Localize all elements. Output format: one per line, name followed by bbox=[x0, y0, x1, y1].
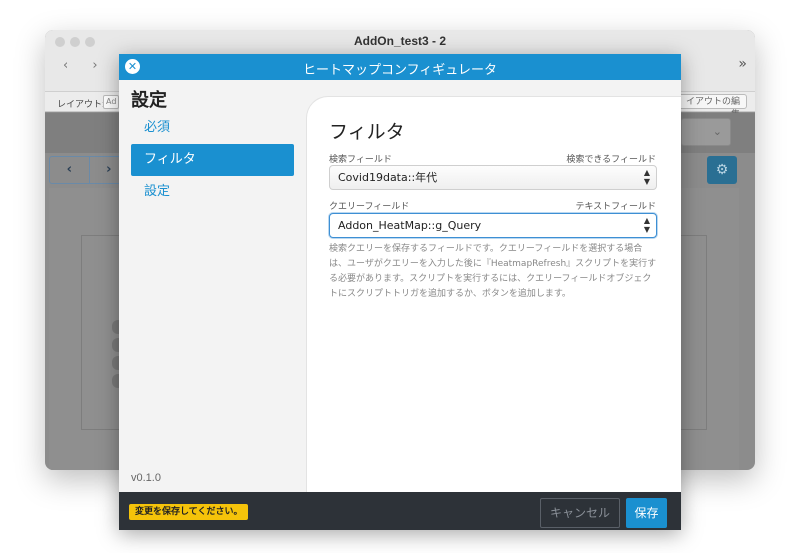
filter-panel: フィルタ 検索フィールド 検索できるフィールド Covid19data::年代 … bbox=[306, 96, 681, 492]
chevron-down-icon: ⌄ bbox=[712, 125, 722, 138]
prev-arrow-icon[interactable]: ‹ bbox=[50, 157, 90, 183]
layout-label: レイアウト: bbox=[57, 99, 105, 109]
dialog-header: ✕ ヒートマップコンフィギュレータ bbox=[119, 54, 681, 80]
search-field-label: 検索フィールド bbox=[329, 155, 392, 165]
sidebar-item-filter[interactable]: フィルタ bbox=[131, 144, 294, 176]
edit-layout-button[interactable]: イアウトの編集 bbox=[677, 94, 747, 119]
background-dropdown[interactable]: ⌄ bbox=[681, 118, 731, 146]
query-field-description: 検索クエリーを保存するフィールドです。クエリーフィールドを選択する場合は、ユーザ… bbox=[329, 244, 657, 299]
panel-title: フィルタ bbox=[329, 121, 405, 143]
version-label: v0.1.0 bbox=[131, 472, 161, 484]
background-pager: ‹ › bbox=[49, 156, 129, 184]
dialog-footer: 変更を保存してください。 キャンセル 保存 bbox=[119, 492, 681, 530]
double-chevron-right-icon[interactable]: » bbox=[738, 56, 747, 72]
query-field-value: Addon_HeatMap::g_Query bbox=[338, 219, 482, 232]
unsaved-changes-badge: 変更を保存してください。 bbox=[129, 504, 249, 520]
query-field-label: クエリーフィールド bbox=[329, 202, 410, 212]
sidebar-item-required[interactable]: 必須 bbox=[131, 112, 294, 144]
updown-chevron-icon: ▲ ▼ bbox=[643, 216, 650, 234]
layout-select[interactable]: Ad bbox=[103, 95, 119, 109]
dialog-title: ヒートマップコンフィギュレータ bbox=[302, 63, 498, 78]
search-field-value: Covid19data::年代 bbox=[338, 171, 438, 184]
heatmap-configurator-dialog: ✕ ヒートマップコンフィギュレータ 設定 必須 フィルタ 設定 v0.1.0 フ… bbox=[119, 54, 681, 530]
gear-icon[interactable]: ⚙ bbox=[707, 156, 737, 184]
search-field-select[interactable]: Covid19data::年代 ▲ ▼ bbox=[329, 165, 657, 190]
search-field-hint: 検索できるフィールド bbox=[566, 155, 656, 165]
sidebar-item-settings[interactable]: 設定 bbox=[131, 176, 294, 208]
query-field-hint: テキストフィールド bbox=[575, 202, 656, 212]
sidebar-heading: 設定 bbox=[131, 90, 167, 111]
settings-sidebar: 設定 必須 フィルタ 設定 v0.1.0 bbox=[119, 80, 306, 492]
updown-chevron-icon: ▲ ▼ bbox=[643, 168, 650, 186]
window-title: AddOn_test3 - 2 bbox=[353, 34, 446, 48]
browse-arrows-icon[interactable]: ‹ › bbox=[63, 58, 108, 73]
query-field-select[interactable]: Addon_HeatMap::g_Query ▲ ▼ bbox=[329, 213, 657, 238]
save-button[interactable]: 保存 bbox=[626, 498, 667, 528]
cancel-button[interactable]: キャンセル bbox=[540, 498, 620, 528]
